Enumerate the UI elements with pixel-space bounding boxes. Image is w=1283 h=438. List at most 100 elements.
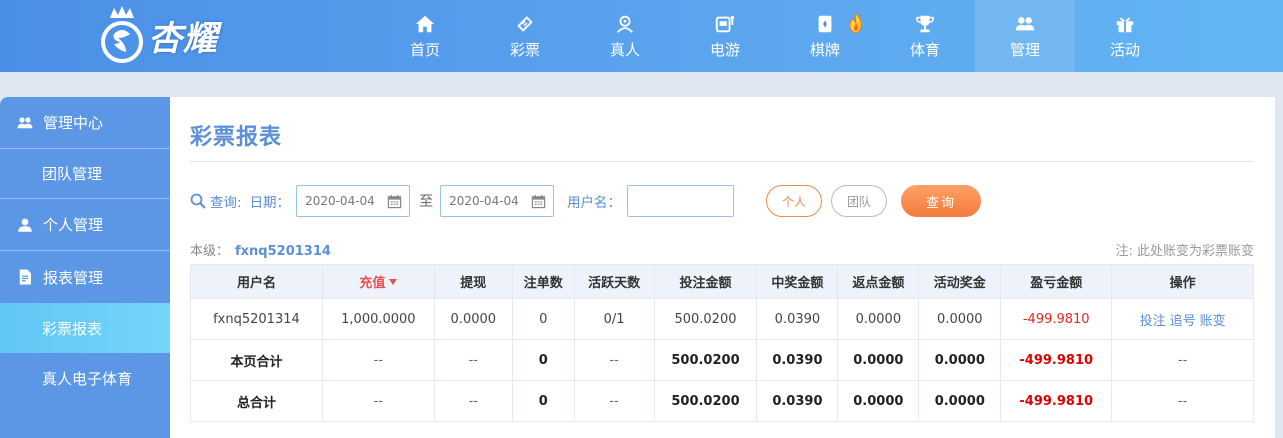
column-header-active-days: 活跃天数 [573,264,655,299]
users-icon [17,116,33,128]
page-title: 彩票报表 [190,125,283,150]
cell-profit-loss: -499.9810 [1000,298,1113,340]
nav-slots[interactable]: 电游 [675,0,775,72]
cell-deposit: -- [321,380,435,422]
cell-rebate-amount: 0.0000 [837,339,920,381]
cell-profit-loss: -499.9810 [1000,380,1113,422]
nav-sports[interactable]: 体育 [875,0,975,72]
nav-label: 棋牌 [809,40,840,59]
hot-flame-icon [849,12,862,34]
column-header-withdraw: 提现 [433,264,513,299]
sidebar: 管理中心 团队管理 个人管理 报表管理 彩票报表 真人电子体育 [0,97,170,438]
main-nav: 首页 彩票 真人 电游 棋牌 体育 管理 活动 [375,0,1175,72]
sidebar-item-label: 个人管理 [43,216,104,234]
cell-bet-amount: 500.0200 [653,298,758,340]
sidebar-group-management-center[interactable]: 管理中心 [0,97,170,149]
level-username[interactable]: fxnq5201314 [235,244,331,259]
top-navigation-bar: 杏耀 首页 彩票 真人 电游 棋牌 体育 管理 活动 [0,0,1283,72]
trophy-icon [916,15,934,32]
cell-bet-count: 0 [511,298,575,340]
column-header-label: 充值 [359,276,386,291]
account-changes-link[interactable]: 账变 [1200,314,1226,329]
cell-win-amount: 0.0390 [756,339,839,381]
cell-actions: -- [1111,339,1254,381]
card-game-icon [818,15,832,32]
sidebar-item-team-management[interactable]: 团队管理 [0,149,170,199]
date-from-input[interactable]: 2020-04-04 [296,185,411,217]
team-filter-button[interactable]: 团队 [831,185,888,217]
brand-name: 杏耀 [148,18,218,59]
calendar-icon [387,194,402,208]
column-header-bet-amount: 投注金额 [653,264,758,299]
nav-home[interactable]: 首页 [375,0,475,72]
column-header-deposit[interactable]: 充值 [321,264,435,299]
nav-label: 管理 [1009,40,1040,59]
live-dealer-icon [616,15,634,33]
summary-row-page-total: 本页合计 -- -- 0 -- 500.0200 0.0390 0.0000 0… [190,339,1254,381]
cell-active-days: 0/1 [573,298,655,340]
sidebar-group-report-management[interactable]: 报表管理 [0,251,170,303]
current-level: 本级： fxnq5201314 [190,240,331,259]
nav-chess-cards[interactable]: 棋牌 [775,0,875,72]
user-icon [18,218,32,232]
home-icon [415,15,435,32]
query-label: 查询: [210,195,242,211]
title-divider [190,161,1254,162]
sidebar-item-live-slots-sports[interactable]: 真人电子体育 [0,353,170,403]
cell-rebate-amount: 0.0000 [837,380,920,422]
sidebar-item-label: 团队管理 [42,165,103,183]
sort-desc-icon [389,279,398,285]
cell-deposit: -- [321,339,435,381]
brand-logo[interactable]: 杏耀 [96,2,218,68]
nav-live[interactable]: 真人 [575,0,675,72]
nav-promotions[interactable]: 活动 [1075,0,1175,72]
cell-rebate-amount: 0.0000 [837,298,920,340]
date-label: 日期： [249,195,291,211]
cell-actions: 投注 追号 账变 [1111,298,1254,340]
sidebar-item-label: 报表管理 [43,268,104,287]
cell-active-days: -- [573,339,655,381]
sidebar-group-personal-management[interactable]: 个人管理 [0,199,170,251]
lottery-ticket-icon [517,15,533,32]
nav-lottery[interactable]: 彩票 [475,0,575,72]
cell-win-amount: 0.0390 [756,380,839,422]
cell-bet-amount: 500.0200 [653,339,758,381]
search-button[interactable]: 查询 [901,185,982,217]
sidebar-item-label: 管理中心 [43,114,104,132]
cell-bet-amount: 500.0200 [653,380,758,422]
nav-label: 体育 [909,40,940,59]
sidebar-item-lottery-report[interactable]: 彩票报表 [0,303,170,353]
username-label: 用户名： [567,195,622,211]
main-panel: 彩票报表 查询: 日期： 2020-04-04 至 2020-04-04 用户名… [170,97,1275,438]
cell-win-amount: 0.0390 [756,298,839,340]
lottery-report-table: 用户名 充值 提现 注单数 活跃天数 投注金额 中奖金额 返点金额 活动奖金 盈… [190,264,1254,422]
cell-profit-loss: -499.9810 [1000,339,1113,381]
username-input[interactable] [627,185,735,217]
cell-deposit: 1,000.0000 [321,298,435,340]
report-note: 注: 此处账变为彩票账变 [1115,244,1254,259]
nav-manage[interactable]: 管理 [975,0,1075,72]
date-range-separator: 至 [419,194,434,210]
date-from-value: 2020-04-04 [305,194,375,208]
report-icon [19,269,31,285]
cell-promo-bonus: 0.0000 [918,380,1002,422]
personal-filter-button[interactable]: 个人 [766,185,823,217]
column-header-actions: 操作 [1111,264,1254,299]
cell-bet-count: 0 [511,380,575,422]
cell-summary-label: 总合计 [190,380,323,422]
nav-label: 首页 [409,40,440,59]
table-header-row: 用户名 充值 提现 注单数 活跃天数 投注金额 中奖金额 返点金额 活动奖金 盈… [190,264,1254,299]
column-header-bet-count: 注单数 [511,264,575,299]
date-to-input[interactable]: 2020-04-04 [440,185,555,217]
chase-records-link[interactable]: 追号 [1170,314,1196,329]
users-icon [1015,16,1035,30]
column-header-promo-bonus: 活动奖金 [918,264,1002,299]
summary-row-grand-total: 总合计 -- -- 0 -- 500.0200 0.0390 0.0000 0.… [190,380,1254,422]
nav-label: 真人 [609,40,640,59]
bet-records-link[interactable]: 投注 [1140,314,1166,329]
nav-label: 活动 [1109,40,1140,59]
cell-username: fxnq5201314 [190,298,323,340]
column-header-username: 用户名 [190,264,323,299]
cell-withdraw: 0.0000 [433,298,513,340]
level-label: 本级： [190,244,230,259]
